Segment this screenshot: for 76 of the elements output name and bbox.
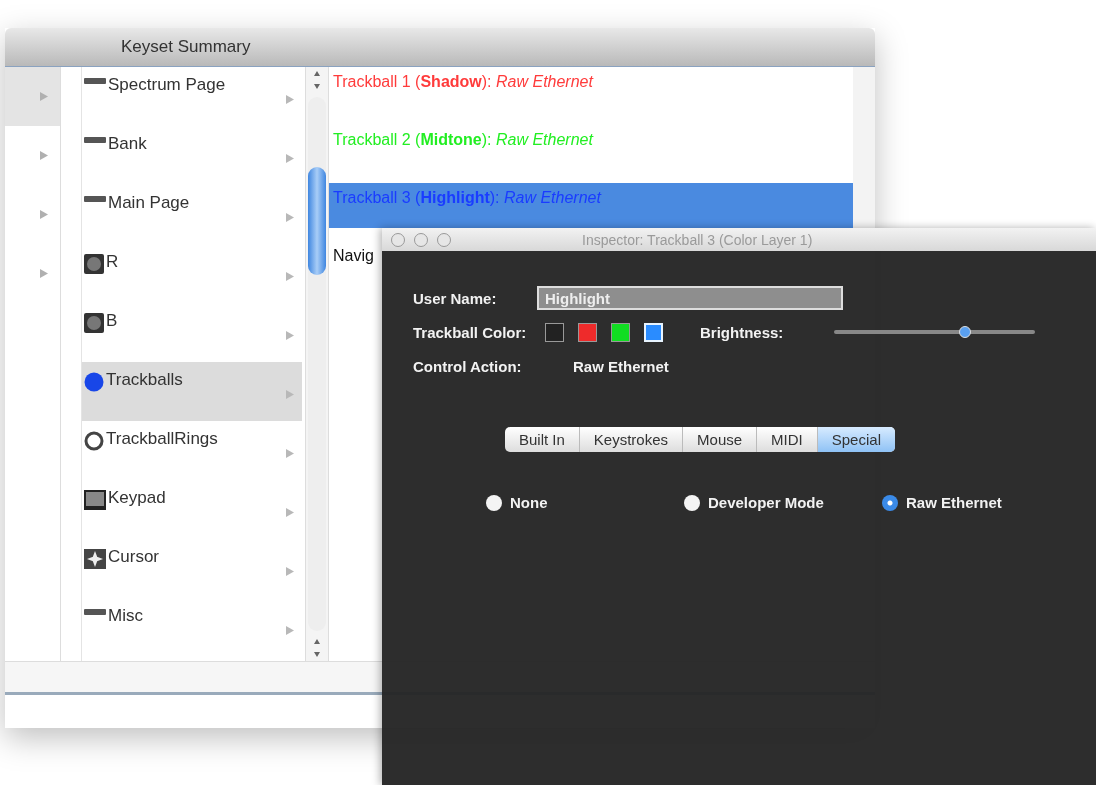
- square-icon: [84, 313, 104, 333]
- item-label: Spectrum Page: [108, 75, 226, 95]
- item-label: TrackballRings: [106, 429, 218, 449]
- slider-thumb[interactable]: [958, 326, 971, 338]
- window-title: Keyset Summary: [121, 37, 251, 57]
- item-label: Keypad: [108, 488, 166, 508]
- scrollbar[interactable]: [305, 67, 329, 661]
- trackball-entry: Navig: [333, 247, 374, 264]
- window-title: Inspector: Trackball 3 (Color Layer 1): [582, 231, 813, 248]
- disclosure-arrow-icon: [286, 626, 294, 635]
- item-label: Cursor: [108, 547, 159, 567]
- disclosure-arrow-icon: [286, 95, 294, 104]
- radio-label: Raw Ethernet: [906, 494, 1002, 511]
- list-row[interactable]: Trackball 1 (Shadow): Raw Ethernet: [329, 67, 853, 125]
- disclosure-arrow-icon: [286, 390, 294, 399]
- bar-icon: [84, 195, 106, 203]
- scroll-arrows-icon[interactable]: [314, 639, 320, 657]
- segment-tab[interactable]: Special: [817, 427, 895, 452]
- field-label: Brightness:: [700, 323, 785, 341]
- browser-item[interactable]: TrackballRings: [82, 421, 302, 480]
- segment-tab[interactable]: Mouse: [683, 427, 758, 452]
- bar-icon: [84, 136, 106, 144]
- segment-tab[interactable]: MIDI: [757, 427, 818, 452]
- browser-item[interactable]: Spectrum Page: [82, 67, 302, 126]
- browser-item[interactable]: Misc: [82, 598, 302, 657]
- radio-button[interactable]: [684, 494, 700, 511]
- bar-icon: [84, 608, 106, 616]
- disclosure-arrow-icon: [286, 508, 294, 517]
- scroll-thumb[interactable]: [308, 167, 326, 275]
- disclosure-arrow-icon: [40, 92, 48, 101]
- item-label: Trackballs: [106, 370, 183, 390]
- disclosure-arrow-icon: [286, 567, 294, 576]
- trackball-entry: Trackball 1 (Shadow): Raw Ethernet: [333, 73, 593, 90]
- disclosure-arrow-icon: [286, 331, 294, 340]
- ball-icon: [84, 372, 104, 392]
- item-label: Main Page: [108, 193, 190, 213]
- disclosure-arrow-icon: [286, 272, 294, 281]
- color-swatch[interactable]: [545, 322, 564, 342]
- list-row[interactable]: Navig: [329, 241, 379, 299]
- disclosure-arrow-icon: [286, 213, 294, 222]
- bar-icon: [84, 77, 106, 85]
- disclosure-arrow-icon: [40, 269, 48, 278]
- radio-label: None: [510, 494, 548, 511]
- radio-label: Developer Mode: [708, 494, 824, 511]
- browser-item[interactable]: B: [82, 303, 302, 362]
- radio-button[interactable]: [486, 494, 502, 511]
- ring-icon: [84, 431, 104, 451]
- item-label: Bank: [108, 134, 147, 154]
- browser-item[interactable]: Cursor: [82, 539, 302, 598]
- segment-tab[interactable]: Keystrokes: [579, 427, 684, 452]
- scroll-arrows-icon[interactable]: [314, 71, 320, 89]
- disclosure-arrow-icon: [286, 449, 294, 458]
- field-label: Control Action:: [413, 357, 523, 375]
- color-swatch[interactable]: [611, 322, 630, 342]
- trackball-entry: Trackball 2 (Midtone): Raw Ethernet: [333, 131, 593, 148]
- field-label: User Name:: [413, 289, 498, 307]
- color-swatch[interactable]: [578, 322, 597, 342]
- segment-tab[interactable]: Built In: [505, 427, 580, 452]
- cursor-icon: [84, 549, 106, 569]
- browser-item[interactable]: Bank: [82, 126, 302, 185]
- item-label: B: [106, 311, 118, 331]
- field-value: Raw Ethernet: [573, 357, 669, 375]
- disclosure-arrow-icon: [40, 151, 48, 160]
- square-icon: [84, 254, 104, 274]
- browser-item[interactable]: Trackballs: [82, 362, 302, 421]
- field-label: Trackball Color:: [413, 323, 528, 341]
- browser-item[interactable]: Keypad: [82, 480, 302, 539]
- trackball-entry: Trackball 3 (Highlight): Raw Ethernet: [333, 189, 601, 206]
- item-label: R: [106, 252, 119, 272]
- disclosure-arrow-icon: [286, 154, 294, 163]
- keypad-icon: [84, 490, 106, 510]
- browser-item[interactable]: R: [82, 244, 302, 303]
- disclosure-arrow-icon: [40, 210, 48, 219]
- radio-button[interactable]: [882, 494, 898, 511]
- item-label: Misc: [108, 606, 143, 626]
- browser-item[interactable]: Main Page: [82, 185, 302, 244]
